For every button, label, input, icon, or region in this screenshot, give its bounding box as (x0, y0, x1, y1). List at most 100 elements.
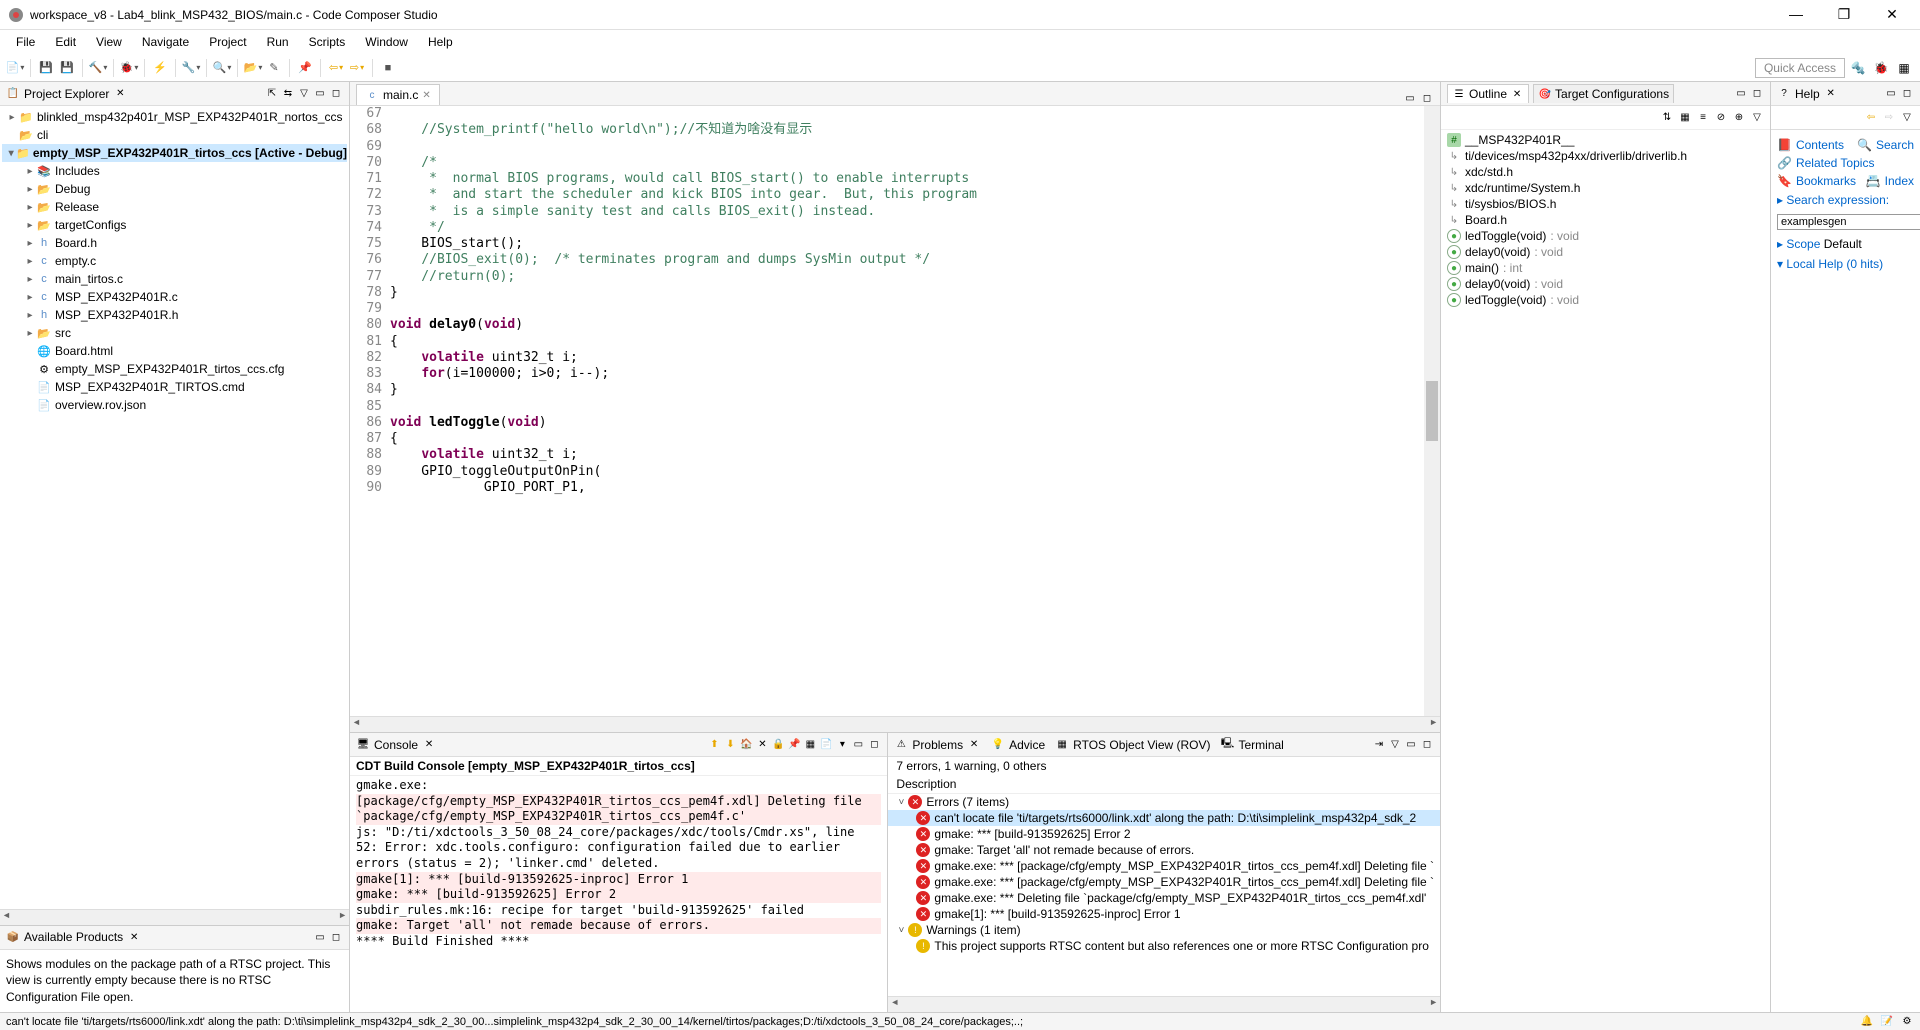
tree-item[interactable]: 📄MSP_EXP432P401R_TIRTOS.cmd (2, 378, 347, 396)
close-tab-icon[interactable]: ✕ (422, 90, 430, 101)
outline-item[interactable]: ↳xdc/std.h (1447, 164, 1764, 180)
outline-tab[interactable]: ☰ Outline ✕ (1447, 84, 1529, 103)
maximize-console-icon[interactable]: ◻ (867, 738, 881, 752)
menu-edit[interactable]: Edit (45, 33, 86, 51)
outline-item[interactable]: ↳Board.h (1447, 212, 1764, 228)
tree-item[interactable]: ▸📚Includes (2, 162, 347, 180)
tree-item[interactable]: ▸cmain_tirtos.c (2, 270, 347, 288)
project-explorer-tree[interactable]: ▸📁blinkled_msp432p401r_MSP_EXP432P401R_n… (0, 106, 349, 909)
help-back-icon[interactable]: ⇦ (1864, 111, 1878, 125)
console-open-icon[interactable]: ▾ (835, 738, 849, 752)
code-editor[interactable]: 6768697071727374757677787980818283848586… (350, 106, 1440, 716)
build-button[interactable]: 🔨 (89, 59, 107, 77)
problems-item[interactable]: ✕can't locate file 'ti/targets/rts6000/l… (888, 810, 1440, 826)
maximize-help-icon[interactable]: ◻ (1900, 87, 1914, 101)
menu-file[interactable]: File (6, 33, 45, 51)
back-button[interactable]: ⇦ (327, 59, 345, 77)
problems-group[interactable]: ˅!Warnings (1 item) (888, 922, 1440, 938)
search-button[interactable]: 🔍 (213, 59, 231, 77)
tree-item[interactable]: ▸📂Release (2, 198, 347, 216)
editor-vscroll[interactable] (1424, 106, 1440, 716)
maximize-view-icon[interactable]: ◻ (329, 87, 343, 101)
col-description[interactable]: Description (896, 777, 956, 791)
problems-hscroll[interactable] (888, 996, 1440, 1012)
new-button[interactable]: 📄 (6, 59, 24, 77)
status-icon-2[interactable]: 📝 (1880, 1015, 1894, 1029)
tree-item[interactable]: ▸📁blinkled_msp432p401r_MSP_EXP432P401R_n… (2, 108, 347, 126)
maximize-button[interactable]: ❐ (1824, 6, 1864, 23)
problems-group[interactable]: ˅✕Errors (7 items) (888, 794, 1440, 810)
minimize-outline-icon[interactable]: ▭ (1734, 87, 1748, 101)
outline-item[interactable]: ↳ti/sysbios/BIOS.h (1447, 196, 1764, 212)
menu-view[interactable]: View (86, 33, 132, 51)
problems-item[interactable]: ✕gmake: Target 'all' not remade because … (888, 842, 1440, 858)
help-menu-icon[interactable]: ▽ (1900, 111, 1914, 125)
tree-item[interactable]: ▸cMSP_EXP432P401R.c (2, 288, 347, 306)
close-view-icon[interactable]: ✕ (113, 87, 127, 101)
outline-item[interactable]: ↳ti/devices/msp432p4xx/driverlib/driverl… (1447, 148, 1764, 164)
outline-filter2-icon[interactable]: ≡ (1696, 111, 1710, 125)
close-console-icon[interactable]: ✕ (422, 738, 436, 752)
editor-hscroll[interactable] (350, 716, 1440, 732)
tree-item[interactable]: 📂cli (2, 126, 347, 144)
problems-filter-icon[interactable]: ⇥ (1372, 738, 1386, 752)
outline-menu-icon[interactable]: ▽ (1750, 111, 1764, 125)
help-related-link[interactable]: 🔗Related Topics (1777, 154, 1914, 172)
console-lock-icon[interactable]: 🔒 (771, 738, 785, 752)
tree-item[interactable]: ▾📁empty_MSP_EXP432P401R_tirtos_ccs [Acti… (2, 144, 347, 162)
menu-scripts[interactable]: Scripts (299, 33, 356, 51)
editor-tab-main[interactable]: c main.c ✕ (356, 84, 440, 105)
save-button[interactable]: 💾 (37, 59, 55, 77)
problems-item[interactable]: ✕gmake.exe: *** [package/cfg/empty_MSP_E… (888, 874, 1440, 890)
problems-item[interactable]: !This project supports RTSC content but … (888, 938, 1440, 954)
outline-item[interactable]: #__MSP432P401R__ (1447, 132, 1764, 148)
status-icon-3[interactable]: ⚙ (1900, 1015, 1914, 1029)
tab-rov[interactable]: RTOS Object View (ROV) (1073, 738, 1210, 752)
debug-button[interactable]: 🐞 (120, 59, 138, 77)
outline-item[interactable]: ↳xdc/runtime/System.h (1447, 180, 1764, 196)
perspective-other[interactable]: ▦ (1894, 58, 1914, 78)
minimize-help-icon[interactable]: ▭ (1884, 87, 1898, 101)
problems-item[interactable]: ✕gmake: *** [build-913592625] Error 2 (888, 826, 1440, 842)
menu-navigate[interactable]: Navigate (132, 33, 199, 51)
close-problems-icon[interactable]: ✕ (967, 738, 981, 752)
menu-run[interactable]: Run (257, 33, 299, 51)
help-fwd-icon[interactable]: ⇨ (1882, 111, 1896, 125)
outline-item[interactable]: ●main(): int (1447, 260, 1764, 276)
quick-access[interactable]: Quick Access (1755, 58, 1845, 78)
wrench-button[interactable]: 🔧 (182, 59, 200, 77)
pin-button[interactable]: 📌 (296, 59, 314, 77)
close-button[interactable]: ✕ (1872, 6, 1912, 23)
minimize-problems-icon[interactable]: ▭ (1404, 738, 1418, 752)
menu-window[interactable]: Window (355, 33, 418, 51)
tree-item[interactable]: ▸cempty.c (2, 252, 347, 270)
console-up-icon[interactable]: ⬆ (707, 738, 721, 752)
tree-item[interactable]: ▸📂src (2, 324, 347, 342)
console-pin-icon[interactable]: 📌 (787, 738, 801, 752)
problems-item[interactable]: ✕gmake[1]: *** [build-913592625-inproc] … (888, 906, 1440, 922)
tree-item[interactable]: 📄overview.rov.json (2, 396, 347, 414)
menu-project[interactable]: Project (199, 33, 256, 51)
help-local[interactable]: ▾ Local Help (0 hits) (1777, 254, 1914, 274)
status-icon-1[interactable]: 🔔 (1860, 1015, 1874, 1029)
project-explorer-scroll[interactable] (0, 909, 349, 925)
tab-advice[interactable]: Advice (1009, 738, 1045, 752)
help-scope[interactable]: ▸ Scope Default (1777, 234, 1914, 254)
problems-menu-icon[interactable]: ▽ (1388, 738, 1402, 752)
tree-item[interactable]: ▸📂Debug (2, 180, 347, 198)
save-all-button[interactable]: 💾 (58, 59, 76, 77)
close-outline-icon[interactable]: ✕ (1510, 87, 1524, 101)
tree-item[interactable]: ⚙empty_MSP_EXP432P401R_tirtos_ccs.cfg (2, 360, 347, 378)
tree-item[interactable]: ▸hBoard.h (2, 234, 347, 252)
maximize-editor-icon[interactable]: ◻ (1420, 91, 1434, 105)
outline-item[interactable]: ●delay0(void): void (1447, 244, 1764, 260)
console-display-icon[interactable]: ▦ (803, 738, 817, 752)
tree-item[interactable]: 🌐Board.html (2, 342, 347, 360)
link-editor-icon[interactable]: ⇆ (281, 87, 295, 101)
problems-list[interactable]: ˅✕Errors (7 items)✕can't locate file 'ti… (888, 794, 1440, 996)
console-home-icon[interactable]: 🏠 (739, 738, 753, 752)
problems-item[interactable]: ✕gmake.exe: *** [package/cfg/empty_MSP_E… (888, 858, 1440, 874)
close-avail-icon[interactable]: ✕ (127, 930, 141, 944)
minimize-view-icon[interactable]: ▭ (313, 87, 327, 101)
view-menu-icon[interactable]: ▽ (297, 87, 311, 101)
